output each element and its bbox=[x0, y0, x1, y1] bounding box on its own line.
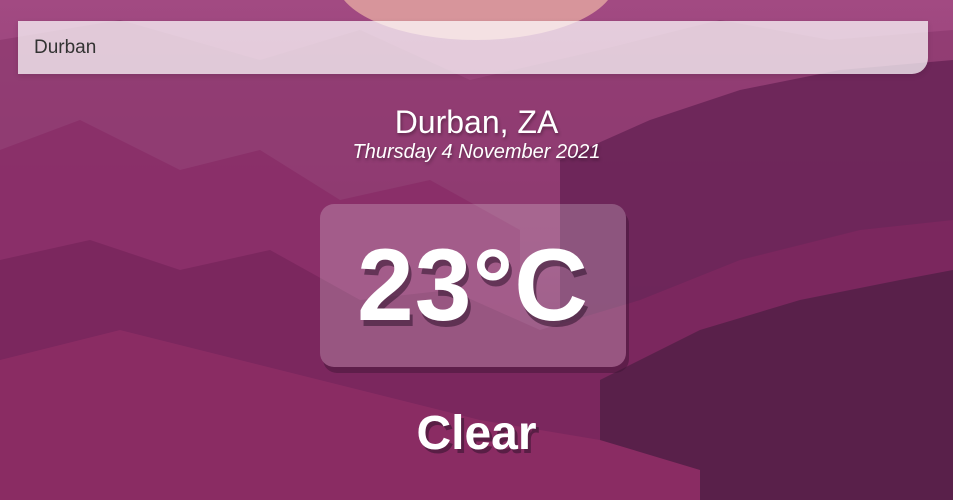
date-label: Thursday 4 November 2021 bbox=[352, 141, 601, 163]
temperature-card: 23°C bbox=[320, 204, 626, 367]
search-input[interactable] bbox=[18, 21, 928, 74]
search-bar[interactable] bbox=[18, 21, 928, 74]
location-title: Durban, ZA bbox=[394, 104, 559, 140]
temperature-value: 23°C bbox=[357, 228, 589, 342]
weather-condition: Clear bbox=[416, 407, 537, 460]
